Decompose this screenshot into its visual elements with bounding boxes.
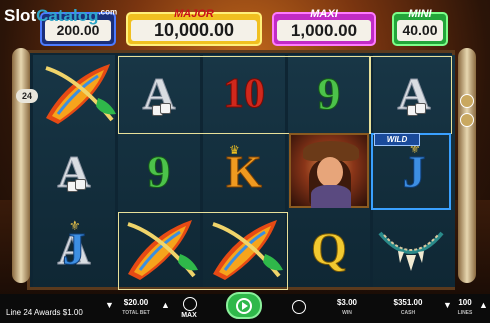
fleur-de-lis-icon: ⚜: [69, 218, 81, 233]
lines-up-arrow-icon[interactable]: ▲: [479, 300, 488, 310]
feather-wild-symbol: [127, 220, 198, 280]
right-tusk-decoration: [458, 48, 476, 283]
total-bet-caption: TOTAL BET: [122, 310, 150, 316]
cash-value: $351.00: [393, 298, 423, 307]
bet-up-arrow-icon[interactable]: ▲: [161, 300, 170, 310]
cash-caption: CASH: [400, 310, 416, 316]
win-line-highlight: [118, 56, 370, 134]
total-bet-value: $20.00: [123, 298, 149, 307]
paylines-badge: 24: [16, 89, 38, 103]
jackpot-maxi-label: MAXI: [310, 8, 338, 20]
jackpot-major-label: MAJOR: [174, 8, 214, 20]
spin-button[interactable]: [226, 292, 262, 319]
crown-icon: ♛: [229, 143, 240, 157]
watermark-part1: Slot: [4, 6, 37, 25]
jackpot-mini-value: 40.00: [397, 20, 443, 41]
cowgirl-body: [311, 185, 351, 208]
necklace-symbol: [378, 231, 444, 271]
spin-icon: [236, 297, 252, 314]
cowgirl-symbol: [289, 133, 369, 208]
left-tusk-decoration: [12, 48, 30, 283]
symbol-q: Q: [311, 222, 348, 274]
jackpot-mini: MINI 40.00: [392, 8, 448, 46]
reel-3-symbol-2: ♛ K: [203, 133, 285, 210]
jackpot-maxi: MAXI 1,000.00: [272, 8, 376, 46]
lines-value: 100: [458, 298, 472, 307]
max-bet-gauge-icon[interactable]: [183, 297, 197, 311]
jackpot-mini-label: MINI: [408, 8, 432, 20]
max-bet-label[interactable]: MAX: [178, 312, 200, 319]
watermark: SlotCatalog.com: [4, 6, 117, 26]
win-line-highlight: [370, 56, 452, 134]
reel-1-symbol-2: A: [33, 133, 115, 210]
reel-2-symbol-2: 9: [118, 133, 200, 210]
wild-tag: WILD: [374, 133, 420, 146]
feather-wild-symbol: [212, 220, 283, 280]
reel-4-symbol-3: Q: [288, 210, 370, 287]
lines-down-arrow-icon[interactable]: ▼: [443, 300, 452, 310]
feather-wild-symbol: [45, 64, 116, 124]
watermark-part2: Catalog: [36, 6, 99, 25]
watermark-suffix: .com: [98, 7, 118, 17]
sound-icon[interactable]: [460, 94, 474, 108]
bet-down-arrow-icon[interactable]: ▼: [105, 300, 114, 310]
jackpot-major-value: 10,000.00: [131, 20, 257, 41]
cowgirl-face: [317, 157, 343, 187]
settings-icon[interactable]: [460, 113, 474, 127]
jackpot-major: MAJOR 10,000.00: [126, 8, 262, 46]
line-award-text: Line 24 Awards $1.00: [6, 308, 83, 317]
lines-caption: LINES: [457, 310, 473, 316]
symbol-9: 9: [147, 145, 171, 197]
dice-icon: [67, 179, 87, 193]
win-caption: WIN: [342, 310, 352, 316]
win-value: $3.00: [336, 298, 358, 307]
jackpot-maxi-value: 1,000.00: [277, 20, 371, 41]
autoplay-icon[interactable]: [292, 300, 306, 314]
reel-1-symbol-3-j: ⚜ J: [33, 210, 115, 287]
